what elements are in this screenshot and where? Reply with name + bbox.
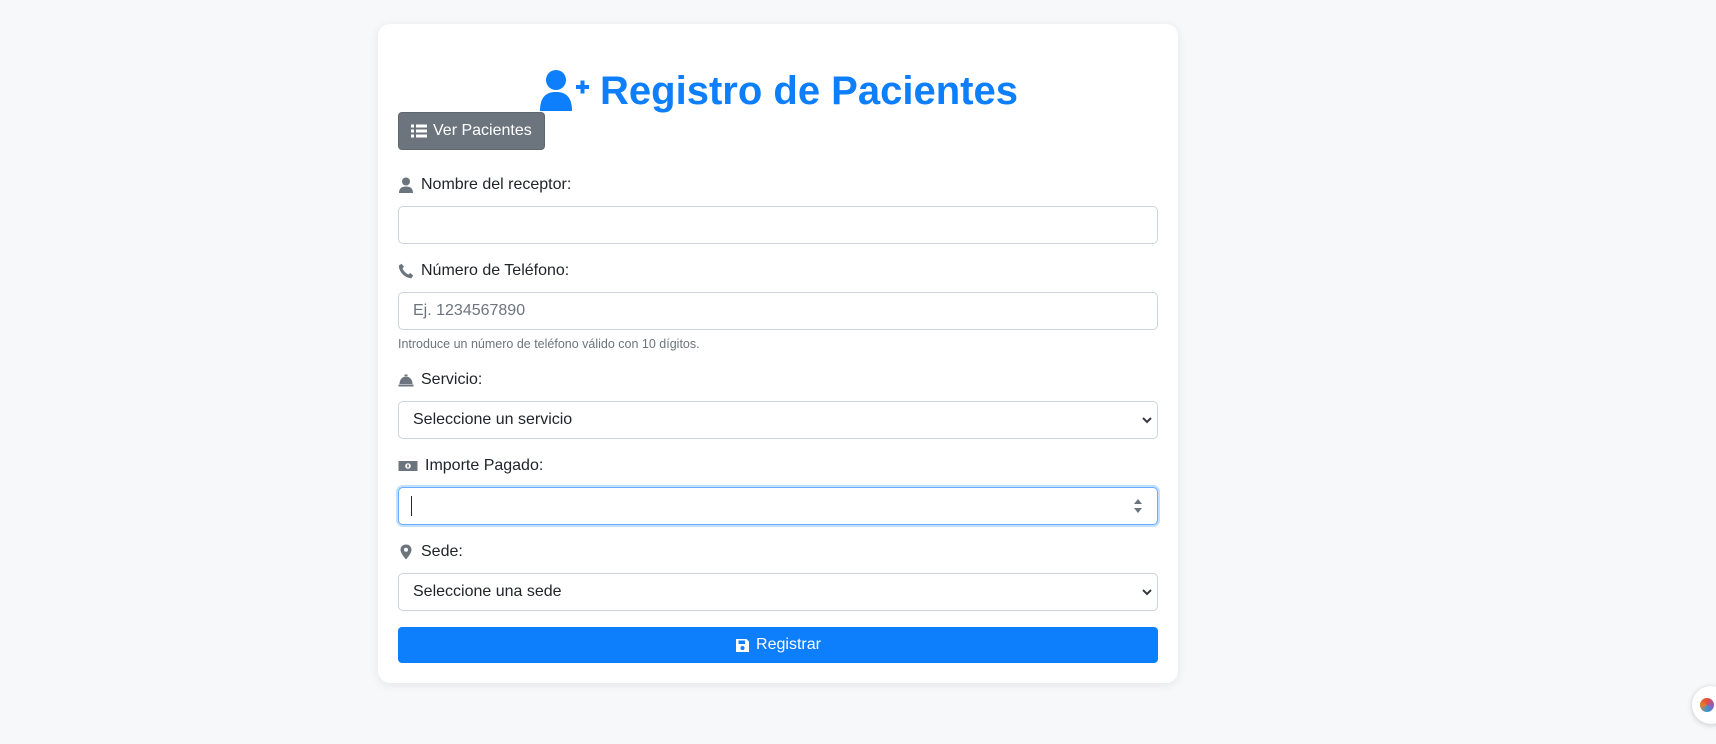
amount-label: Importe Pagado:: [398, 457, 543, 475]
phone-help-text: Introduce un número de teléfono válido c…: [398, 337, 700, 351]
service-label: Servicio:: [398, 371, 482, 389]
save-icon: [736, 638, 750, 652]
phone-label: Número de Teléfono:: [398, 262, 569, 280]
location-label: Sede:: [398, 543, 463, 561]
chevron-down-icon: [1142, 589, 1152, 596]
phone-icon: [398, 263, 414, 279]
phone-input[interactable]: Ej. 1234567890: [398, 292, 1158, 330]
extension-icon: [1700, 698, 1714, 712]
money-bill-icon: [398, 461, 418, 471]
register-button-label: Registrar: [756, 636, 821, 653]
text-caret: [411, 496, 412, 516]
user-icon: [399, 177, 413, 193]
phone-placeholder: Ej. 1234567890: [413, 302, 526, 319]
list-icon: [411, 124, 427, 138]
location-select[interactable]: Seleccione una sede: [398, 573, 1158, 611]
number-spinner-icon[interactable]: [1133, 497, 1143, 515]
service-selected-value: Seleccione un servicio: [413, 411, 573, 428]
map-marker-icon: [400, 544, 412, 560]
view-patients-label: Ver Pacientes: [433, 122, 532, 139]
floating-extension-button[interactable]: [1692, 686, 1716, 724]
view-patients-button[interactable]: Ver Pacientes: [398, 112, 545, 150]
receptor-label: Nombre del receptor:: [398, 176, 571, 194]
concierge-bell-icon: [398, 374, 414, 387]
chevron-down-icon: [1142, 417, 1152, 424]
user-plus-icon: [540, 70, 590, 111]
page-title-text: Registro de Pacientes: [600, 69, 1018, 113]
page-title: Registro de Pacientes: [378, 67, 1178, 115]
amount-input[interactable]: [398, 487, 1158, 525]
receptor-input[interactable]: [398, 206, 1158, 244]
register-button[interactable]: Registrar: [398, 627, 1158, 663]
location-selected-value: Seleccione una sede: [413, 583, 562, 600]
registration-card: Registro de Pacientes Ver Pacientes Nomb…: [378, 24, 1178, 683]
service-select[interactable]: Seleccione un servicio: [398, 401, 1158, 439]
